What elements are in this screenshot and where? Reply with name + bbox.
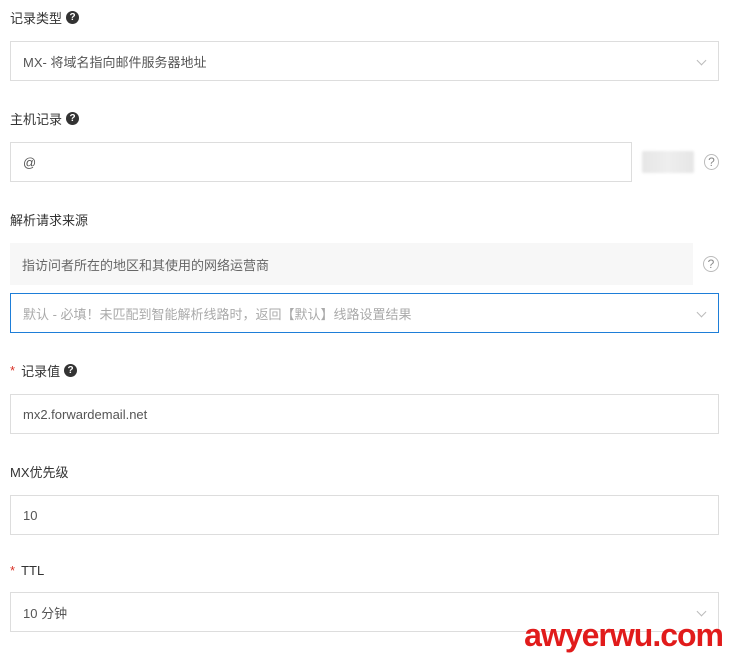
label-row-resolve-source: 解析请求来源 — [10, 210, 719, 229]
select-record-type-value: MX- 将域名指向邮件服务器地址 — [23, 52, 206, 71]
input-host-record-wrap — [10, 142, 632, 182]
domain-suffix-blurred — [642, 151, 694, 173]
label-record-type: 记录类型 — [10, 8, 62, 27]
help-icon[interactable]: ? — [66, 11, 79, 24]
input-mx-priority[interactable] — [23, 496, 706, 534]
input-host-record[interactable] — [23, 143, 619, 181]
label-row-record-value: * 记录值 ? — [10, 361, 719, 380]
field-ttl: * TTL 10 分钟 — [10, 563, 719, 632]
select-record-type[interactable]: MX- 将域名指向邮件服务器地址 — [10, 41, 719, 81]
label-row-ttl: * TTL — [10, 563, 719, 578]
resolve-source-hint-row: 指访问者所在的地区和其使用的网络运营商 ? — [10, 243, 719, 285]
required-asterisk: * — [10, 563, 15, 578]
label-row-mx-priority: MX优先级 — [10, 462, 719, 481]
label-mx-priority: MX优先级 — [10, 462, 69, 481]
select-ttl-value: 10 分钟 — [23, 603, 67, 622]
help-icon[interactable]: ? — [704, 154, 719, 170]
field-mx-priority: MX优先级 — [10, 462, 719, 535]
chevron-down-icon — [696, 56, 706, 66]
label-row-record-type: 记录类型 ? — [10, 8, 719, 27]
host-record-row: ? — [10, 142, 719, 182]
label-resolve-source: 解析请求来源 — [10, 210, 88, 229]
field-record-value: * 记录值 ? — [10, 361, 719, 434]
field-resolve-source: 解析请求来源 指访问者所在的地区和其使用的网络运营商 ? 默认 - 必填！未匹配… — [10, 210, 719, 333]
input-record-value-wrap — [10, 394, 719, 434]
required-asterisk: * — [10, 363, 15, 378]
resolve-source-hint: 指访问者所在的地区和其使用的网络运营商 — [10, 243, 693, 285]
select-resolve-source-value: 默认 - 必填！未匹配到智能解析线路时，返回【默认】线路设置结果 — [23, 304, 412, 323]
chevron-down-icon — [696, 607, 706, 617]
field-record-type: 记录类型 ? MX- 将域名指向邮件服务器地址 — [10, 8, 719, 81]
help-icon[interactable]: ? — [64, 364, 77, 377]
chevron-down-icon — [696, 308, 706, 318]
help-icon[interactable]: ? — [66, 112, 79, 125]
label-record-value: 记录值 — [21, 361, 60, 380]
input-mx-priority-wrap — [10, 495, 719, 535]
field-host-record: 主机记录 ? ? — [10, 109, 719, 182]
select-ttl[interactable]: 10 分钟 — [10, 592, 719, 632]
help-icon[interactable]: ? — [703, 256, 719, 272]
label-host-record: 主机记录 — [10, 109, 62, 128]
input-record-value[interactable] — [23, 395, 706, 433]
label-row-host-record: 主机记录 ? — [10, 109, 719, 128]
select-resolve-source[interactable]: 默认 - 必填！未匹配到智能解析线路时，返回【默认】线路设置结果 — [10, 293, 719, 333]
label-ttl: TTL — [21, 563, 44, 578]
